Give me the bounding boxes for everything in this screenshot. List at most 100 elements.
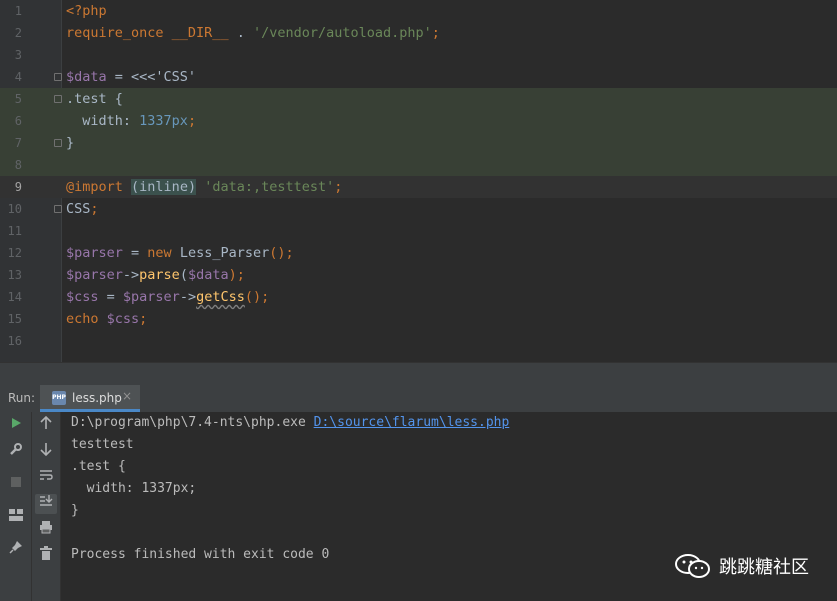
line-number: 9 [14,180,22,194]
console-command-line: D:\program\php\7.4-nts\php.exe D:\source… [71,412,509,434]
wrench-icon [10,443,22,455]
console-exit-line: Process finished with exit code 0 [71,547,330,562]
editor-status-gap [0,362,837,385]
code-token: $parser [66,245,123,261]
fold-marker-icon[interactable] [54,95,62,103]
fold-marker-icon[interactable] [54,205,62,213]
stop-icon [11,477,21,487]
code-token: echo [66,311,107,327]
code-token: __DIR__ [171,25,229,41]
watermark-text: 跳跳糖社区 [719,557,809,578]
trash-icon [40,546,52,560]
script-path-link[interactable]: D:\source\flarum\less.php [314,415,510,430]
code-line[interactable]: 13 $parser->parse($data); [0,264,837,286]
run-panel-header: Run: PHP less.php × [0,385,837,413]
code-line[interactable]: 9 @import (inline) 'data:,testtest'; [0,176,837,198]
line-number: 1 [14,4,22,18]
code-token: CSS [66,201,91,217]
rerun-button[interactable] [5,416,27,436]
code-token: ; [187,113,197,129]
code-text: CSS; [66,198,99,220]
code-line[interactable]: 4 $data = <<<'CSS' [0,66,837,88]
code-token: -> [179,289,197,305]
line-number: 8 [14,158,22,172]
code-token: ( [179,267,188,283]
code-token: = [98,289,123,305]
arrow-up-icon [40,415,52,429]
code-line[interactable]: 10 CSS; [0,198,837,220]
code-token: $data [66,69,107,85]
run-label: Run: [8,391,36,405]
run-toolbar-left [0,412,32,601]
tab-label: less.php [72,391,122,405]
code-line[interactable]: 8 [0,154,837,176]
down-stack-frame-button[interactable] [35,442,57,462]
code-token: } [66,135,75,151]
printer-icon [40,521,52,534]
line-number: 14 [7,290,22,304]
code-line[interactable]: 16 [0,330,837,352]
code-text: $data = <<<'CSS' [66,66,196,88]
wrap-icon [40,470,53,480]
code-token: = [106,69,132,85]
pin-tab-button[interactable] [5,540,27,560]
console-line: .test { [71,459,126,474]
code-token: require_once [66,25,172,41]
code-token: 1337px [139,113,188,129]
run-toolbar-right [32,412,61,601]
stop-button[interactable] [5,474,27,494]
code-line[interactable]: 5 .test { [0,88,837,110]
code-token: @import [66,179,123,195]
code-line[interactable]: 15 echo $css; [0,308,837,330]
code-token: ; [90,201,99,217]
console-line: } [71,503,79,518]
code-token: '/vendor/autoload.php' [252,25,432,41]
code-line[interactable]: 3 [0,44,837,66]
restore-layout-button[interactable] [5,508,27,528]
line-number: 7 [14,136,22,150]
scroll-to-end-button[interactable] [35,494,57,514]
line-number: 3 [14,48,22,62]
code-line[interactable]: 7} [0,132,837,154]
code-token: -> [122,267,140,283]
code-text: echo $css; [66,308,147,330]
code-token: (inline) [131,179,197,195]
code-line[interactable]: 1 <?php [0,0,837,22]
code-token: ; [139,311,148,327]
code-line[interactable]: 12 $parser = new Less_Parser(); [0,242,837,264]
console-command: D:\program\php\7.4-nts\php.exe [71,415,314,430]
code-token: $parser [66,267,123,283]
code-token: ; [431,25,440,41]
code-line[interactable]: 11 [0,220,837,242]
tab-less-php[interactable]: PHP less.php × [40,385,140,412]
clear-all-button[interactable] [35,546,57,566]
up-stack-frame-button[interactable] [35,415,57,436]
code-line[interactable]: 6 width: 1337px; [0,110,837,132]
code-token: (); [269,245,294,261]
line-number: 10 [7,202,22,216]
code-token: . [228,25,253,41]
soft-wrap-button[interactable] [35,468,57,488]
line-number: 16 [7,334,22,348]
code-token: $data [187,267,229,283]
code-token: parse [139,267,180,283]
fold-marker-icon[interactable] [54,73,62,81]
code-line[interactable]: 2 require_once __DIR__ . '/vendor/autoloa… [0,22,837,44]
line-number: 13 [7,268,22,282]
code-token: $css [66,289,99,305]
code-token: $parser [122,289,180,305]
code-token: = [122,245,148,261]
play-icon [12,418,21,428]
code-text: } [66,132,74,154]
edit-configuration-button[interactable] [5,442,27,462]
code-editor[interactable]: 1 <?php 2 require_once __DIR__ . '/vendor/a… [0,0,837,362]
console-line: testtest [71,437,134,452]
code-text: $css = $parser->getCss(); [66,286,269,308]
print-button[interactable] [35,520,57,540]
line-number: 15 [7,312,22,326]
line-number: 11 [7,224,22,238]
fold-marker-icon[interactable] [54,139,62,147]
close-icon[interactable]: × [122,389,132,403]
code-text: $parser = new Less_Parser(); [66,242,294,264]
code-line[interactable]: 14 $css = $parser->getCss(); [0,286,837,308]
